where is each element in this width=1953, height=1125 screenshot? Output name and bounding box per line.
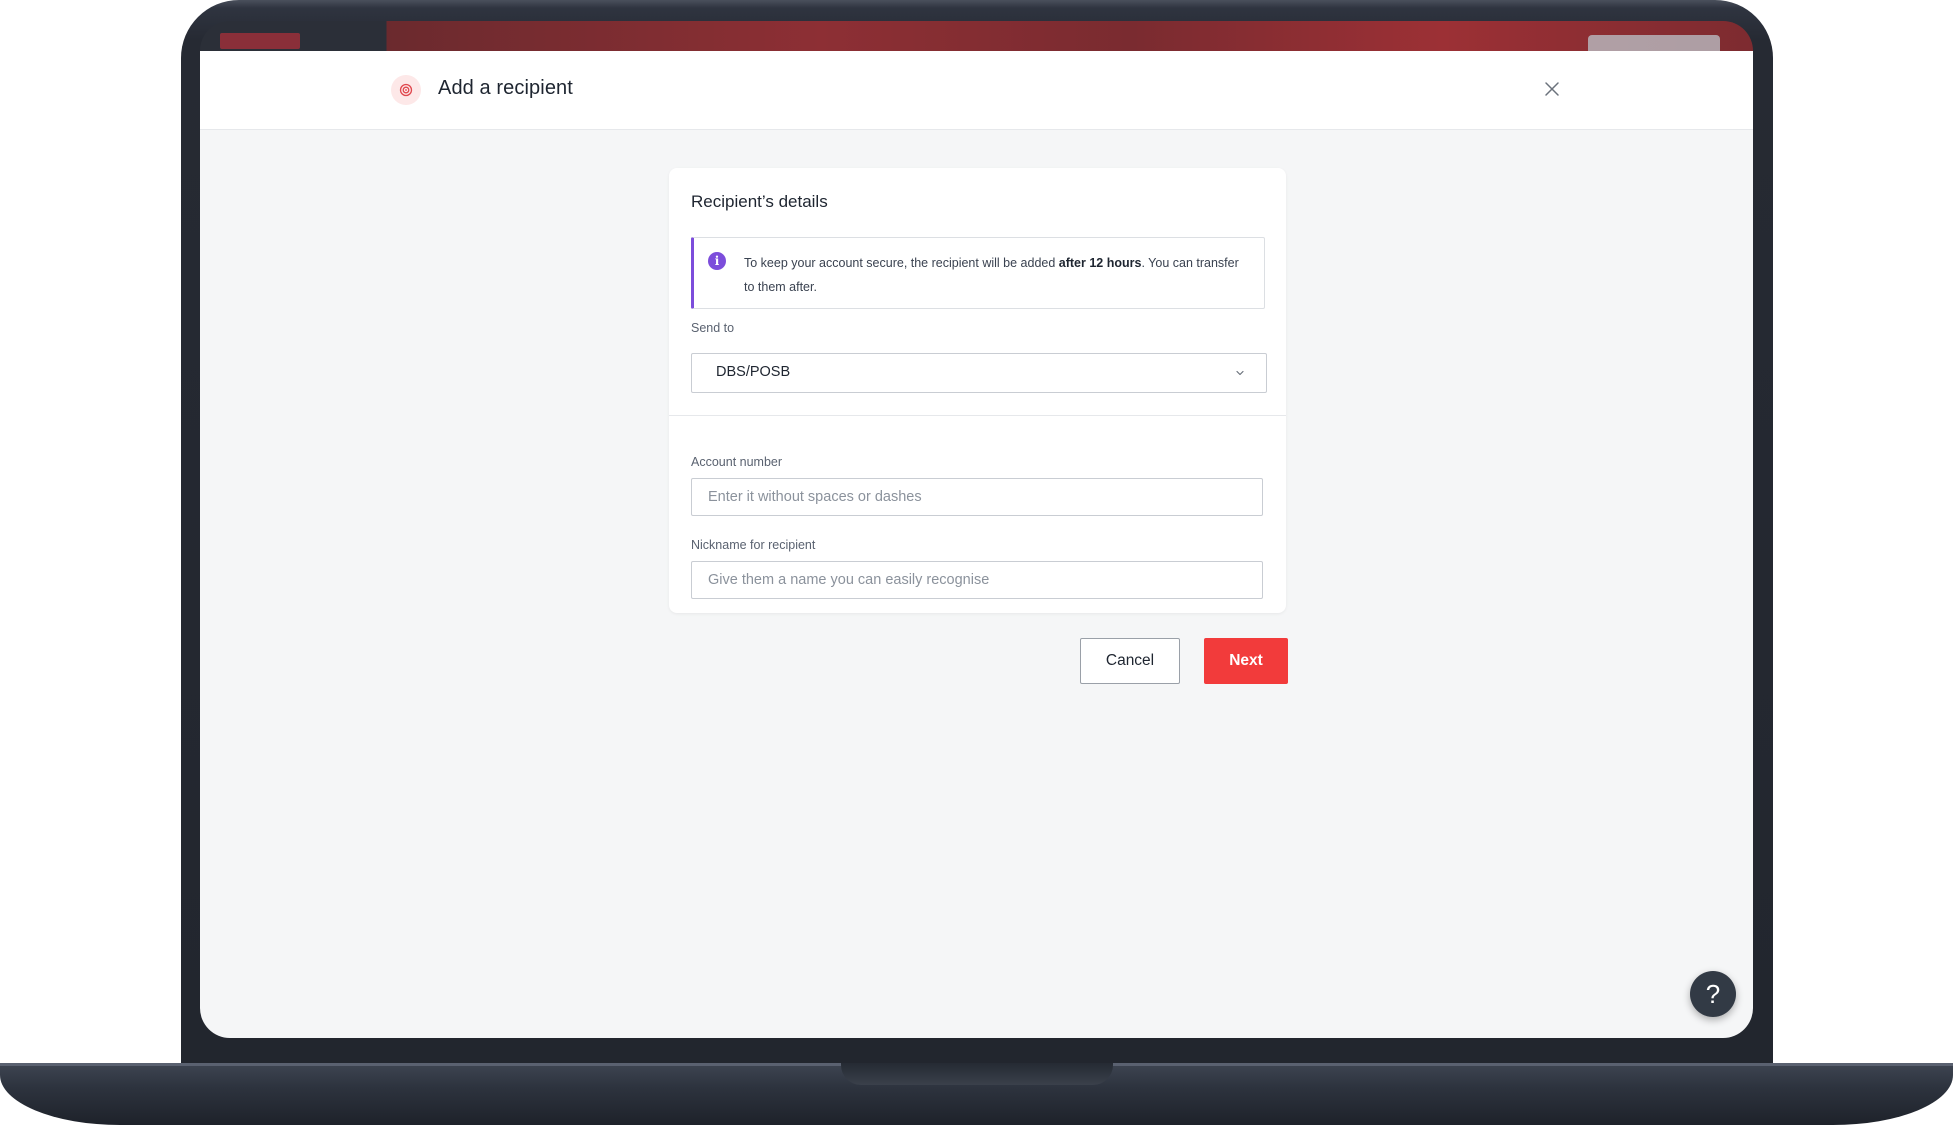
nickname-label: Nickname for recipient (691, 538, 816, 552)
close-button[interactable] (1540, 77, 1564, 101)
info-icon: i (708, 252, 726, 270)
account-number-input[interactable] (691, 478, 1263, 516)
card-title: Recipient’s details (691, 192, 828, 211)
section-divider (669, 415, 1286, 416)
info-text-before: To keep your account secure, the recipie… (744, 256, 1059, 270)
info-text: To keep your account secure, the recipie… (744, 251, 1244, 299)
info-text-bold: after 12 hours (1058, 256, 1142, 270)
close-icon[interactable] (1544, 81, 1560, 97)
target-icon (391, 75, 421, 105)
modal-title: Add a recipient (438, 77, 573, 99)
send-to-select[interactable]: DBS/POSB (691, 353, 1267, 393)
modal-header: Add a recipient (200, 51, 1753, 130)
chevron-down-icon (1236, 370, 1244, 376)
background-app-strip (200, 21, 1753, 51)
device-mockup: Add a recipient Recipient’s details i To… (0, 0, 1953, 1125)
modal-screen: Add a recipient Recipient’s details i To… (200, 51, 1753, 1038)
send-to-label: Send to (691, 321, 735, 335)
next-button[interactable]: Next (1204, 638, 1288, 684)
send-to-value: DBS/POSB (716, 364, 791, 380)
recipient-details-card: Recipient’s details i To keep your accou… (669, 168, 1286, 613)
nickname-input[interactable] (691, 561, 1263, 599)
help-icon[interactable]: ? (1690, 971, 1736, 1017)
background-button (1588, 35, 1720, 51)
background-logo (220, 33, 300, 49)
info-banner: i To keep your account secure, the recip… (691, 237, 1265, 309)
account-number-label: Account number (691, 455, 783, 469)
laptop-hinge-notch (841, 1063, 1113, 1085)
cancel-button[interactable]: Cancel (1080, 638, 1180, 684)
